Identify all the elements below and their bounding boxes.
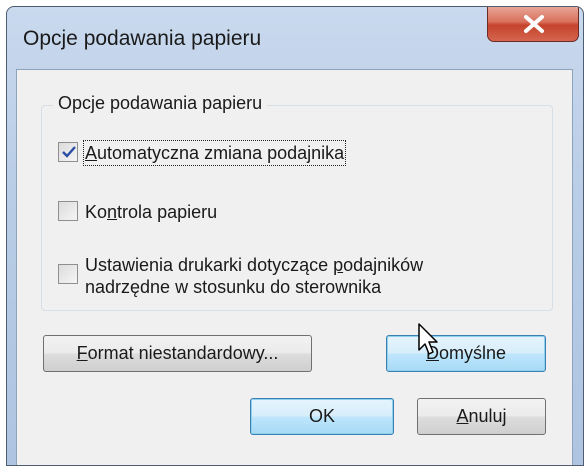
cancel-button[interactable]: Anuluj [417, 398, 546, 435]
dialog-window: Opcje podawania papieru Opcje podawania … [6, 6, 584, 466]
printer-tray-override-option[interactable]: Ustawienia drukarki dotyczące podajników… [58, 254, 505, 298]
group-legend: Opcje podawania papieru [53, 93, 268, 114]
checkmark-icon [62, 146, 76, 158]
defaults-button[interactable]: Domyślne [386, 335, 546, 372]
ok-button[interactable]: OK [250, 398, 394, 435]
title-bar[interactable]: Opcje podawania papieru [7, 7, 583, 69]
auto-tray-switch-label: Automatyczna zmiana podajnika [82, 140, 347, 166]
dialog-client-area: Opcje podawania papieru Automatyczna zmi… [16, 69, 573, 465]
paper-control-label: Kontrola papieru [85, 202, 218, 222]
custom-format-button[interactable]: Format niestandardowy... [43, 335, 312, 372]
printer-tray-override-label: Ustawienia drukarki dotyczące podajników… [85, 255, 424, 297]
mouse-pointer-icon [418, 323, 438, 355]
close-button[interactable] [487, 7, 579, 42]
window-title: Opcje podawania papieru [23, 27, 262, 50]
paper-control-checkbox[interactable] [58, 201, 78, 221]
auto-tray-switch-option[interactable]: Automatyczna zmiana podajnika [58, 140, 347, 166]
printer-tray-override-checkbox[interactable] [58, 264, 78, 284]
auto-tray-switch-checkbox[interactable] [58, 142, 78, 162]
close-icon [524, 15, 544, 33]
paper-feed-options-group: Opcje podawania papieru Automatyczna zmi… [41, 93, 553, 311]
paper-control-option[interactable]: Kontrola papieru [58, 201, 217, 223]
